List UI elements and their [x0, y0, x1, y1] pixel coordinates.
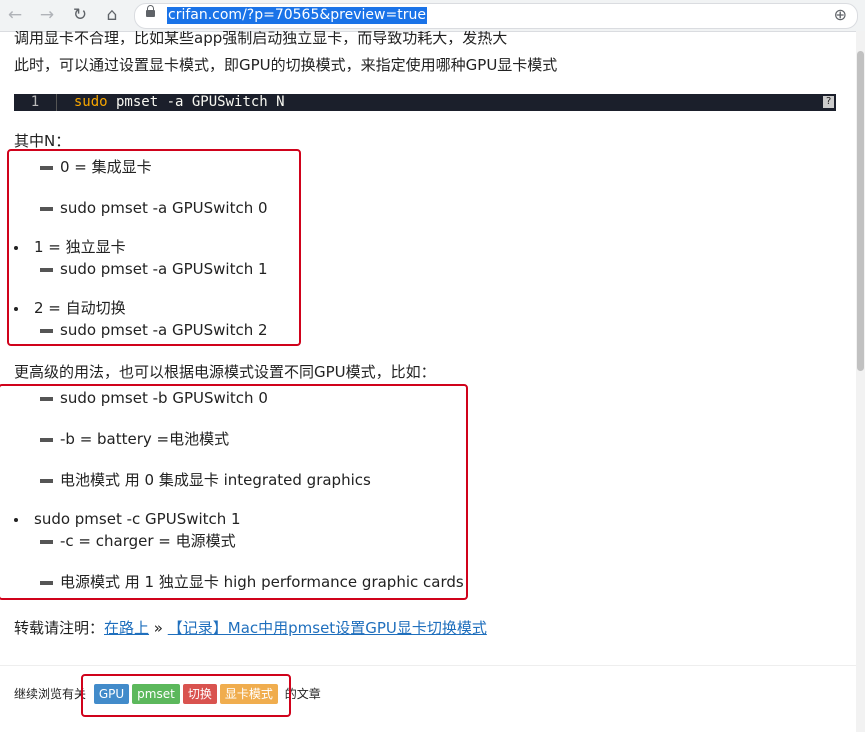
- forward-icon[interactable]: →: [35, 4, 59, 26]
- article-text-cut: 调用显卡不合理，比如某些app强制启动独立显卡，而导致功耗大，发热大: [14, 31, 508, 47]
- reload-icon[interactable]: ↻: [68, 4, 92, 26]
- code-rest: pmset -a GPUSwitch N: [107, 94, 285, 110]
- reprint-notice: 转载请注明：在路上 » 【记录】Mac中用pmset设置GPU显卡切换模式: [14, 619, 487, 637]
- add-icon[interactable]: ⊕: [834, 5, 847, 24]
- code-help-button[interactable]: ?: [823, 96, 834, 108]
- list-item: sudo pmset -a GPUSwitch 1: [40, 259, 268, 279]
- article-link[interactable]: 【记录】Mac中用pmset设置GPU显卡切换模式: [168, 619, 487, 637]
- url-text[interactable]: crifan.com/?p=70565&preview=true: [167, 7, 427, 24]
- highlight-box-tags: [81, 674, 291, 717]
- advanced-label: 更高级的用法，也可以根据电源模式设置不同GPU模式，比如：: [14, 363, 436, 381]
- article-content: 调用显卡不合理，比如某些app强制启动独立显卡，而导致功耗大，发热大 此时，可以…: [0, 31, 856, 732]
- list-item: 2 = 自动切换: [14, 298, 126, 318]
- list-item: sudo pmset -a GPUSwitch 2: [40, 320, 268, 340]
- scrollbar[interactable]: [856, 31, 865, 732]
- list-item: -b = battery =电池模式: [40, 429, 229, 449]
- divider: [0, 665, 856, 666]
- list-item: sudo pmset -c GPUSwitch 1: [14, 509, 241, 529]
- code-keyword: sudo: [73, 94, 108, 110]
- list-item: -c = charger = 电源模式: [40, 531, 236, 551]
- list-item: 电池模式 用 0 集成显卡 integrated graphics: [40, 470, 371, 490]
- scrollbar-thumb[interactable]: [857, 51, 864, 371]
- back-icon[interactable]: ←: [3, 4, 27, 26]
- list-item: 0 = 集成显卡: [40, 157, 152, 177]
- article-intro: 此时，可以通过设置显卡模式，即GPU的切换模式，来指定使用哪种GPU显卡模式: [14, 56, 558, 74]
- n-label: 其中N：: [14, 132, 71, 150]
- list-item: 电源模式 用 1 独立显卡 high performance graphic c…: [40, 572, 464, 592]
- list-item: sudo pmset -a GPUSwitch 0: [40, 198, 268, 218]
- site-link[interactable]: 在路上: [104, 619, 149, 637]
- highlight-box-advanced: [0, 384, 468, 600]
- browser-toolbar: ← → ↻ ⌂ crifan.com/?p=70565&preview=true…: [0, 0, 865, 32]
- home-icon[interactable]: ⌂: [100, 4, 124, 26]
- list-item: 1 = 独立显卡: [14, 237, 126, 257]
- address-bar[interactable]: crifan.com/?p=70565&preview=true ⊕: [134, 3, 858, 29]
- code-block: 1 sudo pmset -a GPUSwitch N ?: [14, 94, 836, 111]
- code-line-number: 1: [14, 94, 57, 111]
- lock-icon[interactable]: [146, 5, 155, 17]
- list-item: sudo pmset -b GPUSwitch 0: [40, 388, 268, 408]
- tags-prefix: 继续浏览有关: [14, 687, 87, 701]
